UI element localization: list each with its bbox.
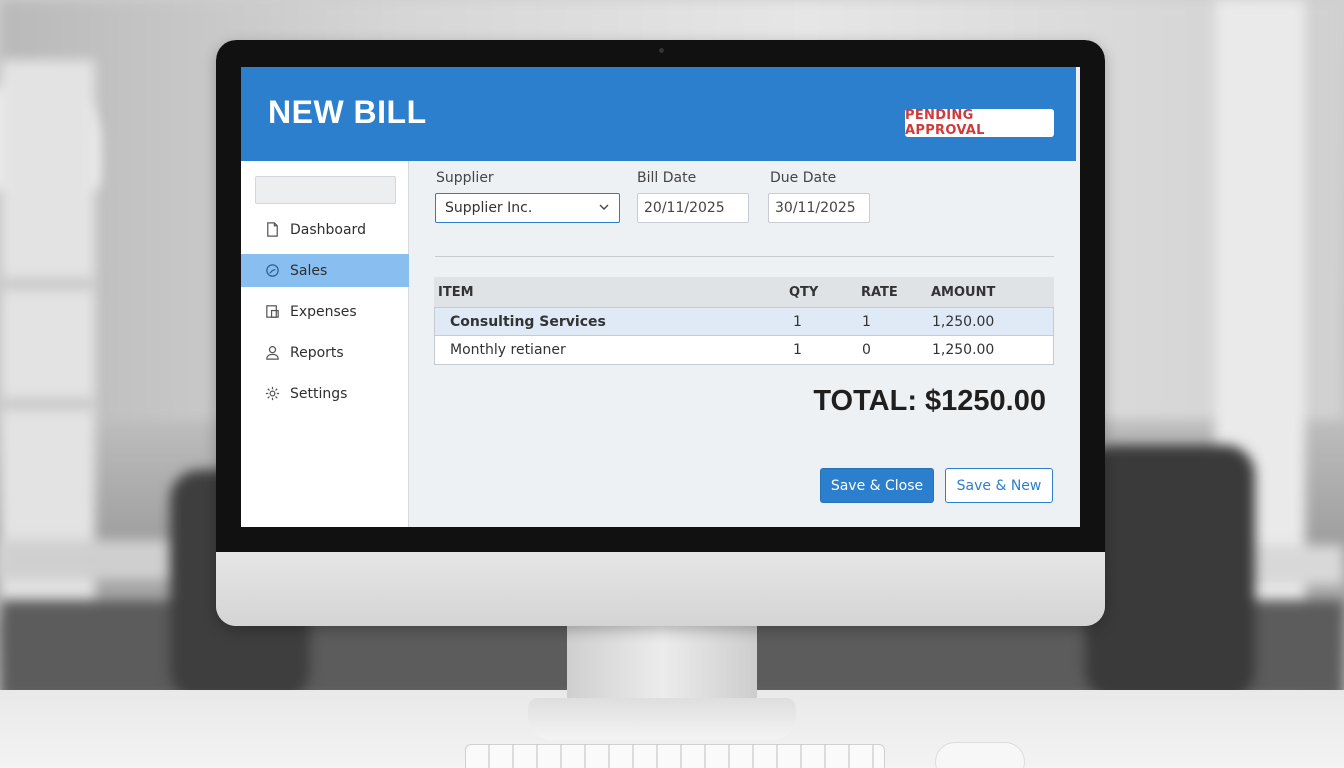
supplier-select[interactable]: Supplier Inc.: [435, 193, 620, 223]
app-window: NEW BILL PENDING APPROVAL Dashboard Sale…: [241, 67, 1080, 527]
sidebar: Dashboard Sales Expenses Reports Setting…: [241, 161, 409, 527]
sidebar-item-settings[interactable]: Settings: [241, 377, 409, 410]
divider: [435, 256, 1054, 257]
cell-item: Monthly retianer: [450, 342, 566, 358]
cell-amount: 1,250.00: [932, 313, 995, 330]
sidebar-search-input[interactable]: [255, 176, 396, 204]
keyboard: [465, 744, 885, 768]
table-header: ITEM QTY RATE AMOUNT: [434, 277, 1054, 307]
total-amount: TOTAL: $1250.00: [813, 385, 1046, 418]
background-shelf-line: [0, 400, 95, 408]
save-close-button[interactable]: Save & Close: [820, 468, 934, 503]
tag-icon: [263, 262, 281, 280]
mouse: [935, 742, 1025, 768]
sidebar-item-label: Reports: [290, 344, 344, 361]
save-new-button[interactable]: Save & New: [945, 468, 1053, 503]
chevron-down-icon: [599, 200, 609, 216]
sidebar-item-expenses[interactable]: Expenses: [241, 295, 409, 328]
camera-icon: [659, 48, 664, 53]
app-header: NEW BILL PENDING APPROVAL: [241, 67, 1076, 161]
sidebar-item-label: Settings: [290, 385, 348, 402]
cell-item: Consulting Services: [450, 313, 606, 330]
sidebar-item-label: Dashboard: [290, 221, 366, 238]
bill-date-label: Bill Date: [637, 170, 697, 186]
supplier-value: Supplier Inc.: [445, 200, 533, 216]
background-chair: [1085, 445, 1255, 700]
due-date-label: Due Date: [770, 170, 837, 186]
sidebar-item-reports[interactable]: Reports: [241, 336, 409, 369]
column-header-qty: QTY: [789, 284, 819, 300]
cell-rate: 1: [862, 313, 871, 330]
supplier-label: Supplier: [436, 170, 494, 186]
person-icon: [263, 344, 281, 362]
sidebar-item-sales[interactable]: Sales: [241, 254, 409, 287]
column-header-item: ITEM: [438, 284, 474, 300]
due-date-input[interactable]: 30/11/2025: [768, 193, 870, 223]
sidebar-item-label: Sales: [290, 262, 328, 279]
column-header-rate: RATE: [861, 284, 898, 300]
cell-rate: 0: [862, 342, 871, 358]
status-badge: PENDING APPROVAL: [905, 108, 1054, 138]
table-row[interactable]: Monthly retianer 1 0 1,250.00: [434, 336, 1054, 365]
column-header-amount: AMOUNT: [931, 284, 996, 300]
monitor-chin: [216, 552, 1105, 626]
gear-icon: [263, 385, 281, 403]
background-table: [0, 540, 180, 580]
total-text: TOTAL: $1250.00: [813, 385, 1046, 417]
bill-date-input[interactable]: 20/11/2025: [637, 193, 749, 223]
table-row[interactable]: Consulting Services 1 1 1,250.00: [434, 307, 1054, 336]
sidebar-item-label: Expenses: [290, 303, 357, 320]
background-shelf: [0, 60, 95, 620]
monitor-stand: [567, 620, 757, 710]
monitor-stand-base: [528, 698, 796, 740]
cell-qty: 1: [793, 313, 802, 330]
receipt-icon: [263, 303, 281, 321]
document-icon: [263, 221, 281, 239]
background-shelf-line: [0, 280, 95, 288]
page-title: NEW BILL: [268, 94, 427, 130]
cell-amount: 1,250.00: [932, 342, 995, 358]
line-items-table: ITEM QTY RATE AMOUNT Consulting Services…: [434, 277, 1054, 365]
sidebar-item-dashboard[interactable]: Dashboard: [241, 213, 409, 246]
cell-qty: 1: [793, 342, 802, 358]
